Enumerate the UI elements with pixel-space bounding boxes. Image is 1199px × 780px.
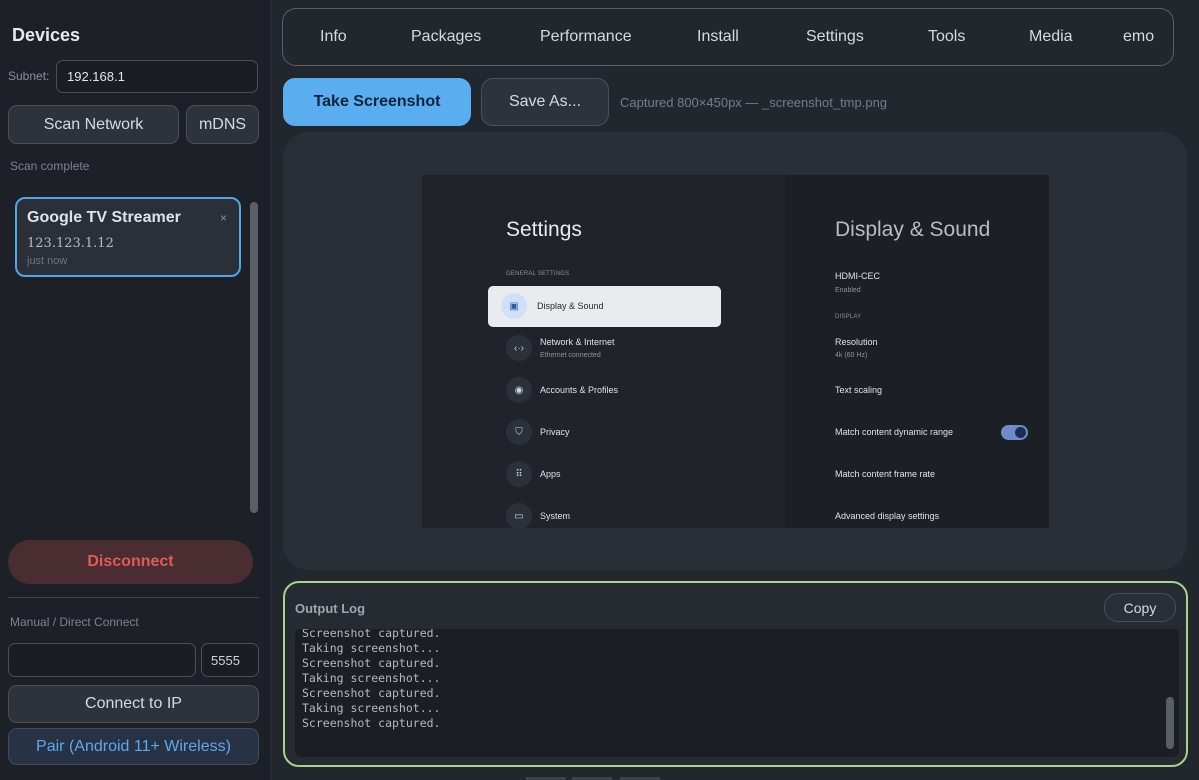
- tv-advanced-display: Advanced display settings: [835, 511, 940, 521]
- tv-selected-label: Display & Sound: [537, 301, 604, 311]
- tv-item-label: Accounts & Profiles: [540, 385, 619, 395]
- output-log-text[interactable]: Screenshot captured. Taking screenshot..…: [295, 629, 1179, 757]
- tv-item-label: Apps: [540, 469, 561, 479]
- device-card[interactable]: Google TV Streamer 123.123.1.12 just now…: [15, 197, 241, 277]
- device-list-scrollbar[interactable]: [250, 202, 258, 513]
- log-scrollbar[interactable]: [1166, 697, 1174, 749]
- toggle-knob: [1015, 427, 1026, 438]
- tab-packages[interactable]: Packages: [411, 28, 481, 46]
- save-as-button[interactable]: Save As...: [481, 78, 609, 126]
- port-input[interactable]: [201, 643, 259, 677]
- tab-info[interactable]: Info: [320, 28, 347, 46]
- subnet-label: Subnet:: [8, 69, 50, 83]
- device-list: Google TV Streamer 123.123.1.12 just now…: [8, 190, 244, 516]
- shield-icon: ⛉: [506, 419, 532, 445]
- tv-display-section: DISPLAY: [835, 314, 862, 320]
- tab-performance[interactable]: Performance: [540, 28, 632, 46]
- tv-display-sound-title: Display & Sound: [835, 218, 991, 241]
- tv-selected-item: ▣ Display & Sound: [488, 286, 721, 327]
- close-icon[interactable]: ×: [220, 211, 227, 225]
- tv-resolution-value: 4k (60 Hz): [835, 352, 868, 359]
- tab-install[interactable]: Install: [697, 28, 739, 46]
- account-icon: ◉: [506, 377, 532, 403]
- tv-hdmi-value: Enabled: [835, 287, 861, 294]
- tv-item-label: System: [540, 511, 571, 521]
- subnet-input[interactable]: [56, 60, 258, 93]
- tv-text-scaling: Text scaling: [835, 385, 883, 395]
- manual-connect-label: Manual / Direct Connect: [10, 615, 139, 629]
- pair-button[interactable]: Pair (Android 11+ Wireless): [8, 728, 259, 765]
- device-ip: 123.123.1.12: [27, 236, 114, 251]
- sidebar-title: Devices: [12, 25, 81, 45]
- tv-section-label: GENERAL SETTINGS: [506, 271, 570, 277]
- monitor-icon: ▭: [506, 503, 532, 528]
- output-log-title: Output Log: [295, 601, 366, 616]
- scan-status: Scan complete: [10, 159, 90, 173]
- tab-demo[interactable]: emo: [1123, 28, 1154, 46]
- tv-left-pane: [422, 175, 785, 528]
- tv-frame-rate: Match content frame rate: [835, 469, 936, 479]
- ip-address-input[interactable]: [8, 643, 196, 677]
- tab-settings[interactable]: Settings: [806, 28, 864, 46]
- device-time: just now: [27, 255, 68, 267]
- output-log-panel: Output Log Copy Screenshot captured. Tak…: [283, 581, 1188, 767]
- tab-tools[interactable]: Tools: [928, 28, 965, 46]
- take-screenshot-button[interactable]: Take Screenshot: [283, 78, 471, 126]
- device-name: Google TV Streamer: [27, 209, 181, 226]
- disconnect-button[interactable]: Disconnect: [8, 540, 253, 584]
- copy-button[interactable]: Copy: [1104, 593, 1176, 622]
- tv-item-label: Network & Internet: [540, 337, 615, 347]
- tv-item-label: Privacy: [540, 427, 570, 437]
- sidebar: Devices Subnet: Scan Network mDNS Scan c…: [0, 0, 271, 780]
- tv-dynamic-range-toggle: [1001, 425, 1028, 440]
- tv-hdmi-label: HDMI-CEC: [835, 271, 880, 281]
- scan-network-button[interactable]: Scan Network: [8, 105, 179, 144]
- tv-resolution-label: Resolution: [835, 337, 878, 347]
- network-icon: ‹·›: [506, 335, 532, 361]
- tv-dynamic-range: Match content dynamic range: [835, 427, 954, 437]
- divider: [8, 597, 259, 598]
- connect-to-ip-button[interactable]: Connect to IP: [8, 685, 259, 723]
- mdns-button[interactable]: mDNS: [186, 105, 259, 144]
- tv-settings-title: Settings: [506, 218, 582, 241]
- tv-item-sub: Ethernet connected: [540, 352, 601, 359]
- tab-media[interactable]: Media: [1029, 28, 1073, 46]
- screenshot-image: Settings GENERAL SETTINGS ▣ Display & So…: [422, 175, 1049, 528]
- apps-grid-icon: ⠿: [506, 461, 532, 487]
- tab-bar: Info Packages Performance Install Settin…: [282, 8, 1174, 66]
- capture-info: Captured 800×450px — _screenshot_tmp.png: [620, 95, 888, 110]
- image-icon: ▣: [501, 293, 527, 319]
- log-lines: Screenshot captured. Taking screenshot..…: [302, 629, 441, 730]
